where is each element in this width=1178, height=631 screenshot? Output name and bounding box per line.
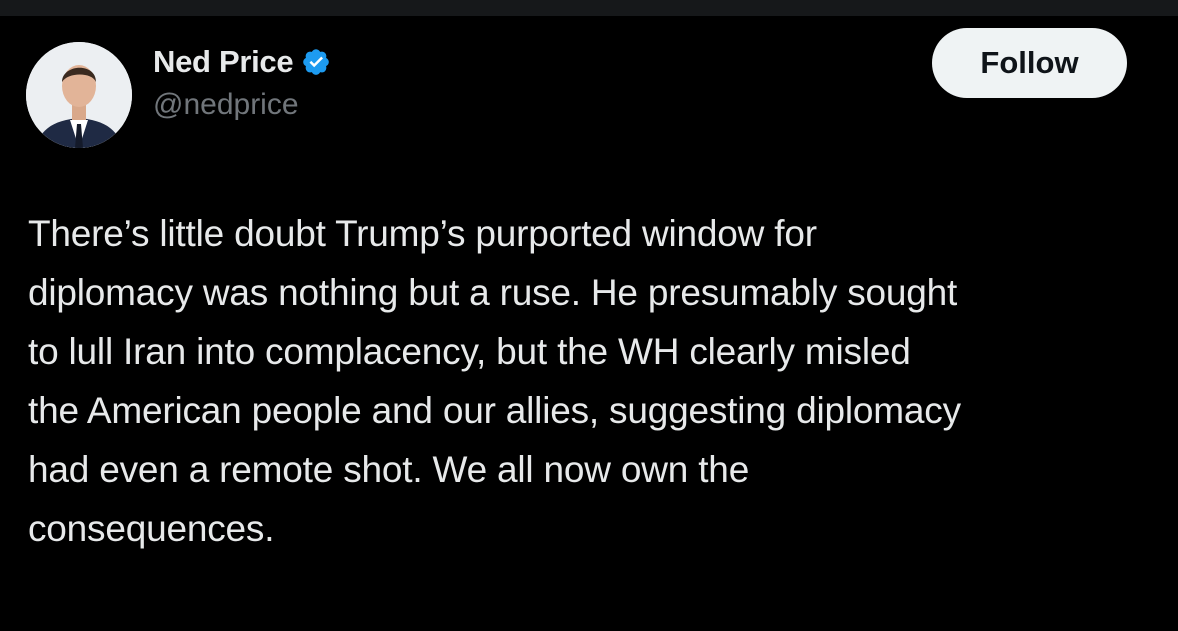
avatar-image <box>26 42 132 148</box>
author-display-name[interactable]: Ned Price <box>153 44 294 80</box>
verified-badge-icon <box>301 47 331 77</box>
tweet-text: There’s little doubt Trump’s purported w… <box>28 213 961 549</box>
tweet-card: Ned Price @nedprice Follow There’s littl… <box>0 16 1178 631</box>
top-strip <box>0 0 1178 16</box>
follow-button[interactable]: Follow <box>932 28 1127 98</box>
avatar[interactable] <box>26 42 132 148</box>
author-handle[interactable]: @nedprice <box>153 88 299 122</box>
author-name-row: Ned Price <box>153 42 331 82</box>
